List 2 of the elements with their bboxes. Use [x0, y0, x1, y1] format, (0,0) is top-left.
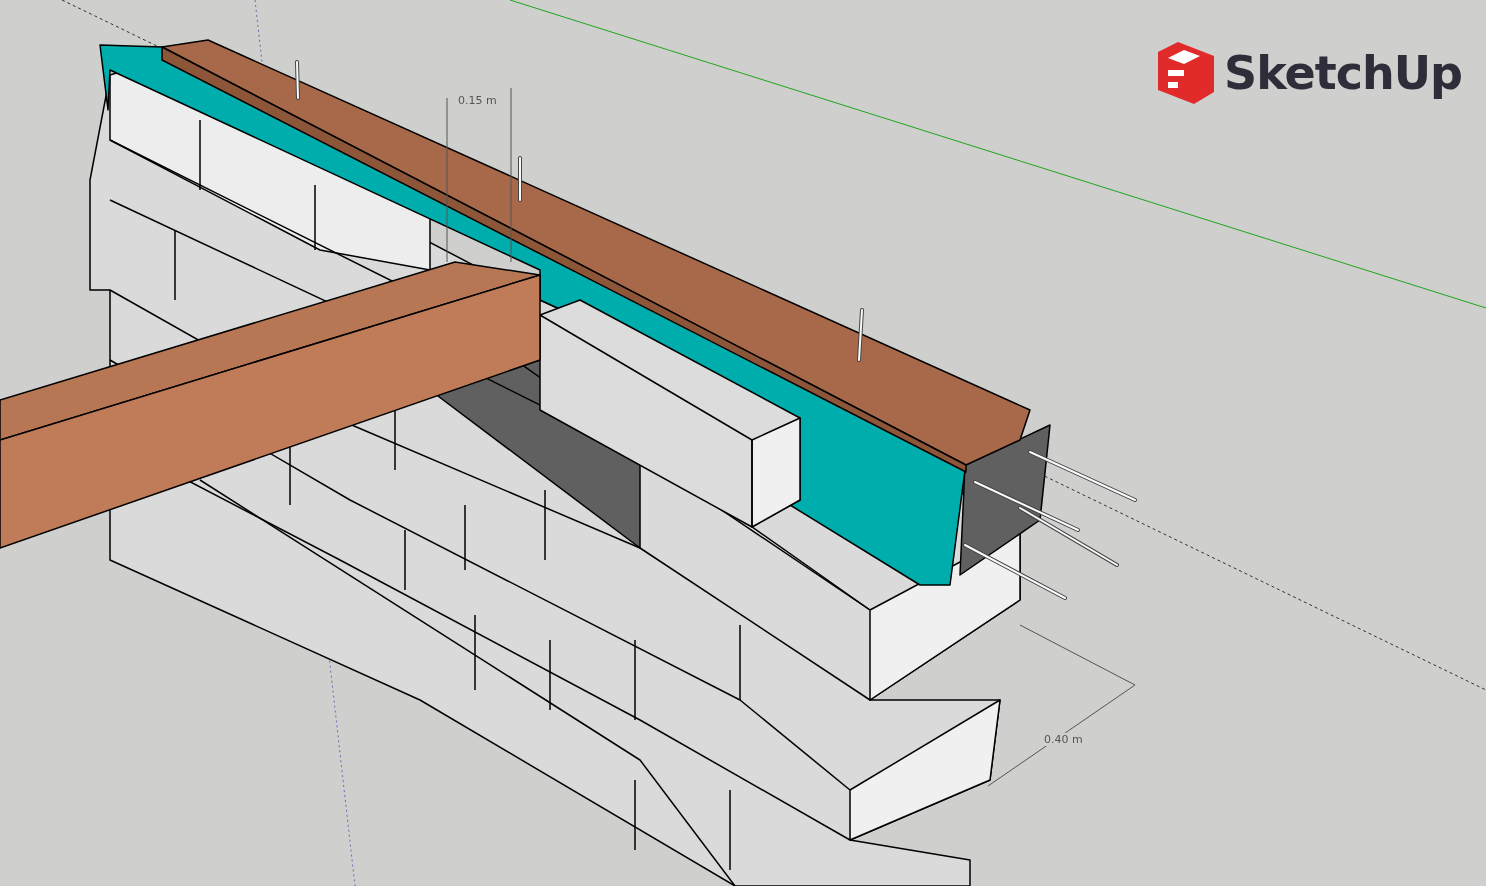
dimension-label: 0.40 m: [1042, 733, 1085, 746]
dimension-label: 0.15 m: [456, 94, 499, 107]
